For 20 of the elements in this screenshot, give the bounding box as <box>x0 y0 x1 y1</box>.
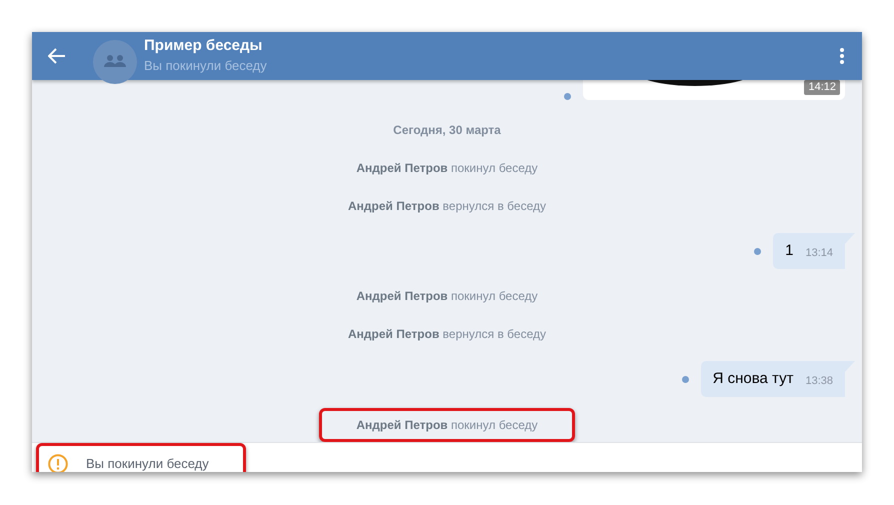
service-message: Андрей Петров покинул беседу <box>355 288 539 305</box>
more-options-icon[interactable] <box>840 48 844 64</box>
service-message: Андрей Петров вернулся в беседу <box>347 326 547 343</box>
chat-title: Пример беседы <box>144 36 264 55</box>
chat-subtitle: Вы покинули беседу <box>144 57 267 74</box>
service-message: Андрей Петров вернулся в беседу <box>347 198 547 215</box>
notice-text: Вы покинули беседу <box>86 455 209 472</box>
message-time: 13:38 <box>805 375 833 388</box>
message-text: Я снова тут <box>712 370 794 388</box>
message-text: 1 <box>785 242 794 260</box>
message-time: 13:14 <box>805 247 833 260</box>
date-separator: Сегодня, 30 марта <box>392 122 502 139</box>
group-avatar-icon <box>93 40 137 84</box>
outgoing-message[interactable]: 1 13:14 <box>773 233 855 269</box>
service-message: Андрей Петров покинул беседу <box>355 160 539 177</box>
back-arrow-icon[interactable] <box>48 48 66 64</box>
outgoing-message[interactable]: Я снова тут 13:38 <box>700 361 855 397</box>
service-message: Андрей Петров покинул беседу <box>319 408 575 442</box>
warning-icon <box>48 454 68 472</box>
message-time: 14:12 <box>804 80 840 95</box>
